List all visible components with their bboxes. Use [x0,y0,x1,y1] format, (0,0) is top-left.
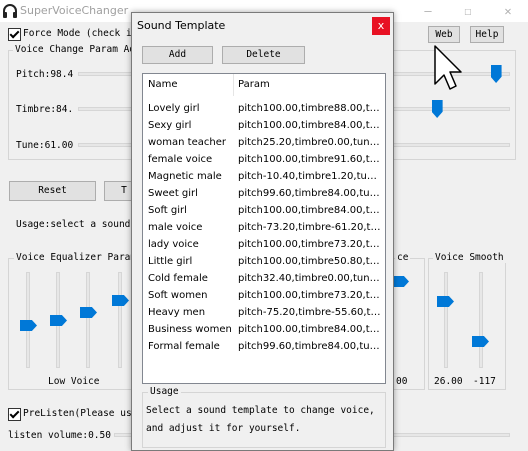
template-list[interactable]: Name Param Lovely girl pitch100.00,timbre… [142,73,386,384]
maximize-button[interactable]: ☐ [448,0,488,22]
template-param: pitch100.00,timbre73.20,tune... [238,239,383,250]
template-name: Heavy men [148,307,206,318]
tune-label: Tune:61.00 [16,140,74,151]
timbre-label: Timbre:84. [16,104,74,115]
force-mode-checkbox[interactable] [8,28,21,44]
dialog-usage-title: Usage [148,386,181,397]
pitch-label: Pitch:98.4 [16,69,74,80]
template-param: pitch99.60,timbre84.00,tune6... [238,188,383,199]
template-param: pitch100.00,timbre84.00,tune... [238,205,383,216]
template-name: Business women [148,324,232,335]
template-name: Cold female [148,273,208,284]
window-controls: — ☐ ✕ [408,0,528,22]
prelisten-checkbox[interactable] [8,408,21,424]
template-name: Magnetic male [148,171,222,182]
eq-slider-track-4 [118,272,122,368]
template-param: pitch100.00,timbre91.60,tune... [238,154,383,165]
template-name: female voice [148,154,213,165]
partial-group-title: ce [395,252,411,263]
dialog-close-button[interactable]: x [372,17,390,35]
mouse-cursor-icon [434,45,462,90]
list-item[interactable]: Little girl pitch100.00,timbre50.80,tune.… [143,253,385,270]
template-param: pitch100.00,timbre84.00,tune... [238,324,383,335]
template-param: pitch100.00,timbre84.00,tune... [238,120,383,131]
list-item[interactable]: Sexy girl pitch100.00,timbre84.00,tune... [143,117,385,134]
smooth-slider-track-2 [479,272,483,368]
template-param: pitch100.00,timbre88.00,tune... [238,103,383,114]
eq-slider-track-3 [86,272,90,368]
headphones-icon [3,4,17,18]
delete-template-button[interactable]: Delete [222,46,305,64]
partial-group-value: 00 [396,376,408,387]
template-name: Lovely girl [148,103,200,114]
close-window-button[interactable]: ✕ [488,0,528,22]
template-param: pitch-10.40,timbre1.20,tune2... [238,171,383,182]
list-item[interactable]: Sweet girl pitch99.60,timbre84.00,tune6..… [143,185,385,202]
template-param: pitch99.60,timbre84.00,tune6... [238,341,383,352]
sound-template-dialog: Sound Template x Add Delete Name Param L… [131,12,394,451]
reset-button[interactable]: Reset [9,181,96,201]
force-mode-label: Force Mode (check it [23,28,138,39]
template-name: male voice [148,222,203,233]
column-divider [233,74,234,96]
prelisten-label: PreListen(Please use [23,408,138,419]
list-item[interactable]: Soft women pitch100.00,timbre73.20,tune..… [143,287,385,304]
template-param: pitch100.00,timbre73.20,tune... [238,290,383,301]
web-button[interactable]: Web [428,26,460,43]
list-item[interactable]: Lovely girl pitch100.00,timbre88.00,tune.… [143,100,385,117]
template-name: lady voice [148,239,199,250]
dialog-usage-group [142,392,386,448]
template-param: pitch25.20,timbre0.00,tune0.... [238,137,383,148]
template-param: pitch-75.20,timbre-55.60,tun... [238,307,383,318]
template-name: Sweet girl [148,188,198,199]
template-param: pitch-73.20,timbre-61.20,tun... [238,222,383,233]
template-name: Sexy girl [148,120,192,131]
equalizer-title: Voice Equalizer Param [14,252,139,263]
template-param: pitch100.00,timbre50.80,tune... [238,256,383,267]
template-name: woman teacher [148,137,226,148]
usage-text: Usage:select a sound t [16,219,142,230]
list-item[interactable]: lady voice pitch100.00,timbre73.20,tune..… [143,236,385,253]
template-name: Little girl [148,256,193,267]
list-item[interactable]: woman teacher pitch25.20,timbre0.00,tune0… [143,134,385,151]
list-header: Name Param [143,74,385,96]
list-item[interactable]: Soft girl pitch100.00,timbre84.00,tune... [143,202,385,219]
list-item[interactable]: Magnetic male pitch-10.40,timbre1.20,tune… [143,168,385,185]
template-name: Soft girl [148,205,187,216]
list-item[interactable]: Heavy men pitch-75.20,timbre-55.60,tun... [143,304,385,321]
equalizer-footer: Low Voice [48,376,100,387]
dialog-title: Sound Template [137,19,226,32]
checkbox-checked-icon [8,28,21,41]
app-title: SuperVoiceChanger [20,4,129,17]
param-group-title: Voice Change Param Adj [13,44,143,55]
template-name: Soft women [148,290,208,301]
listen-volume-label: listen volume:0.50 [8,430,111,441]
voice-smooth-title: Voice Smooth [433,252,506,263]
voice-smooth-group [428,258,506,390]
list-item[interactable]: female voice pitch100.00,timbre91.60,tune… [143,151,385,168]
smooth-value-1: 26.00 [434,376,463,387]
list-item[interactable]: Formal female pitch99.60,timbre84.00,tune… [143,338,385,355]
dialog-usage-line-1: Select a sound template to change voice, [146,405,375,416]
dialog-usage-line-2: and adjust it for yourself. [146,423,301,434]
column-header-param[interactable]: Param [238,79,270,90]
smooth-slider-track-1 [444,272,448,368]
add-template-button[interactable]: Add [142,46,213,64]
template-name: Formal female [148,341,220,352]
column-header-name[interactable]: Name [148,79,178,90]
help-button[interactable]: Help [470,26,504,43]
smooth-value-2: -117 [473,376,496,387]
list-item[interactable]: Business women pitch100.00,timbre84.00,tu… [143,321,385,338]
minimize-button[interactable]: — [408,0,448,22]
list-item[interactable]: Cold female pitch32.40,timbre0.00,tune79.… [143,270,385,287]
template-param: pitch32.40,timbre0.00,tune79... [238,273,383,284]
checkbox-checked-icon [8,408,21,421]
list-item[interactable]: male voice pitch-73.20,timbre-61.20,tun..… [143,219,385,236]
